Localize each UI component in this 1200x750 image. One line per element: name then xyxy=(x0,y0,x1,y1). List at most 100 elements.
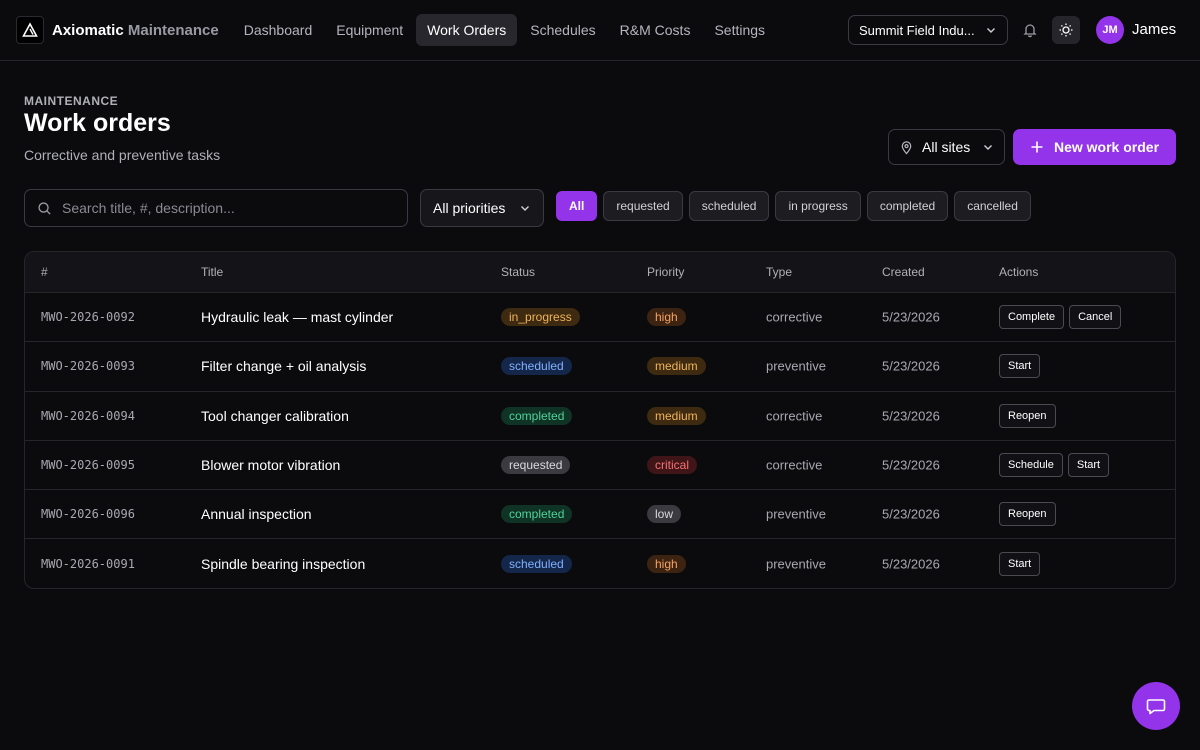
priority-badge: high xyxy=(647,308,686,327)
chevron-down-icon xyxy=(521,206,529,211)
bell-icon[interactable] xyxy=(1018,18,1042,42)
nav-link-equipment[interactable]: Equipment xyxy=(325,14,414,46)
row-actions: Start xyxy=(999,354,1041,379)
table-row[interactable]: MWO-2026-0096 Annual inspection completed l… xyxy=(25,490,1175,540)
sun-icon xyxy=(1059,23,1073,37)
cancel-button[interactable]: Cancel xyxy=(1069,305,1122,330)
nav-link-schedules[interactable]: Schedules xyxy=(519,14,606,46)
priority-cell: high xyxy=(647,308,686,327)
priority-select[interactable]: All priorities xyxy=(420,189,544,227)
work-order-type: corrective xyxy=(766,408,823,424)
avatar[interactable]: JM xyxy=(1096,16,1124,44)
organization-select-value: Summit Field Indu... xyxy=(859,22,975,38)
plus-icon xyxy=(1031,141,1043,153)
nav-link-settings[interactable]: Settings xyxy=(703,14,776,46)
work-order-type: corrective xyxy=(766,457,823,473)
work-orders-table: # Title Status Priority Type Created Actions M… xyxy=(24,251,1176,589)
row-actions: Schedule Start xyxy=(999,453,1110,478)
work-order-title[interactable]: Spindle bearing inspection xyxy=(201,556,365,572)
work-order-id: MWO-2026-0091 xyxy=(41,557,135,572)
work-order-title[interactable]: Filter change + oil analysis xyxy=(201,358,366,374)
page-subtitle: Corrective and preventive tasks xyxy=(24,147,221,163)
work-order-title[interactable]: Blower motor vibration xyxy=(201,457,340,473)
reopen-button[interactable]: Reopen xyxy=(999,502,1056,527)
new-work-order-button[interactable]: New work order xyxy=(1013,129,1176,165)
priority-badge: medium xyxy=(647,406,706,425)
row-actions: Start xyxy=(999,552,1041,577)
theme-toggle-button[interactable] xyxy=(1052,16,1080,44)
nav-links: Dashboard Equipment Work Orders Schedules R&… xyxy=(233,14,776,46)
row-actions: Reopen xyxy=(999,502,1056,527)
status-cell: in_progress xyxy=(501,308,580,327)
priority-badge: high xyxy=(647,555,686,574)
table-row[interactable]: MWO-2026-0091 Spindle bearing inspection s… xyxy=(25,539,1175,588)
search-box[interactable] xyxy=(24,189,408,227)
row-actions: Complete Cancel xyxy=(999,305,1122,330)
chevron-down-icon xyxy=(984,145,992,150)
brand-sub: Maintenance xyxy=(127,21,219,39)
work-order-type: preventive xyxy=(766,506,826,522)
schedule-button[interactable]: Schedule xyxy=(999,453,1063,478)
status-badge: completed xyxy=(501,505,573,524)
status-chip-all[interactable]: All xyxy=(556,191,598,221)
priority-badge: low xyxy=(647,505,682,524)
priority-cell: medium xyxy=(647,406,706,425)
complete-button[interactable]: Complete xyxy=(999,305,1065,330)
column-header-actions: Actions xyxy=(999,265,1039,279)
status-badge: in_progress xyxy=(501,308,580,327)
status-cell: requested xyxy=(501,456,571,475)
created-date: 5/23/2026 xyxy=(882,556,940,572)
chevron-down-icon xyxy=(987,28,995,33)
start-button[interactable]: Start xyxy=(999,552,1041,577)
nav-link-r-m-costs[interactable]: R&M Costs xyxy=(609,14,702,46)
status-badge: completed xyxy=(501,406,573,425)
work-order-title[interactable]: Tool changer calibration xyxy=(201,408,349,424)
priority-badge: medium xyxy=(647,357,706,376)
created-date: 5/23/2026 xyxy=(882,506,940,522)
work-order-title[interactable]: Hydraulic leak — mast cylinder xyxy=(201,309,393,325)
created-date: 5/23/2026 xyxy=(882,408,940,424)
status-badge: requested xyxy=(501,456,571,475)
status-cell: scheduled xyxy=(501,555,572,574)
priority-cell: critical xyxy=(647,456,698,475)
row-actions: Reopen xyxy=(999,403,1056,428)
status-chip-cancelled[interactable]: cancelled xyxy=(954,191,1031,221)
logo-icon[interactable] xyxy=(16,16,44,44)
sites-select[interactable]: All sites xyxy=(888,129,1005,165)
created-date: 5/23/2026 xyxy=(882,358,940,374)
nav-link-work-orders[interactable]: Work Orders xyxy=(416,14,518,46)
reopen-button[interactable]: Reopen xyxy=(999,403,1056,428)
organization-select[interactable]: Summit Field Indu... xyxy=(848,15,1008,45)
status-chip-requested[interactable]: requested xyxy=(603,191,683,221)
search-icon xyxy=(38,201,51,215)
start-button[interactable]: Start xyxy=(999,354,1041,379)
created-date: 5/23/2026 xyxy=(882,457,940,473)
status-badge: scheduled xyxy=(501,555,572,574)
table-row[interactable]: MWO-2026-0094 Tool changer calibration com… xyxy=(25,392,1175,441)
status-chip-completed[interactable]: completed xyxy=(866,191,949,221)
work-order-id: MWO-2026-0094 xyxy=(41,408,135,423)
column-header-status: Status xyxy=(501,265,536,279)
map-pin-icon xyxy=(901,140,912,155)
chat-icon xyxy=(1146,699,1166,715)
work-order-type: corrective xyxy=(766,309,823,325)
status-chip-in-progress[interactable]: in progress xyxy=(775,191,861,221)
work-order-title[interactable]: Annual inspection xyxy=(201,506,312,522)
table-row[interactable]: MWO-2026-0093 Filter change + oil analysi… xyxy=(25,342,1175,392)
status-chip-scheduled[interactable]: scheduled xyxy=(688,191,770,221)
start-button[interactable]: Start xyxy=(1067,453,1110,478)
nav-link-dashboard[interactable]: Dashboard xyxy=(233,14,324,46)
column-header-type: Type xyxy=(766,265,793,279)
priority-badge: critical xyxy=(647,456,698,475)
page-title: Work orders xyxy=(24,109,171,137)
priority-cell: medium xyxy=(647,357,706,376)
search-input[interactable] xyxy=(62,200,382,216)
table-row[interactable]: MWO-2026-0092 Hydraulic leak — mast cylin… xyxy=(25,293,1175,343)
chat-button[interactable] xyxy=(1132,682,1180,730)
brand: Axiomatic Maintenance xyxy=(52,22,219,39)
user-name[interactable]: James xyxy=(1132,21,1176,38)
column-header-priority: Priority xyxy=(647,265,685,279)
work-order-type: preventive xyxy=(766,556,826,572)
column-header-title: Title xyxy=(201,265,224,279)
table-row[interactable]: MWO-2026-0095 Blower motor vibration reque… xyxy=(25,441,1175,491)
